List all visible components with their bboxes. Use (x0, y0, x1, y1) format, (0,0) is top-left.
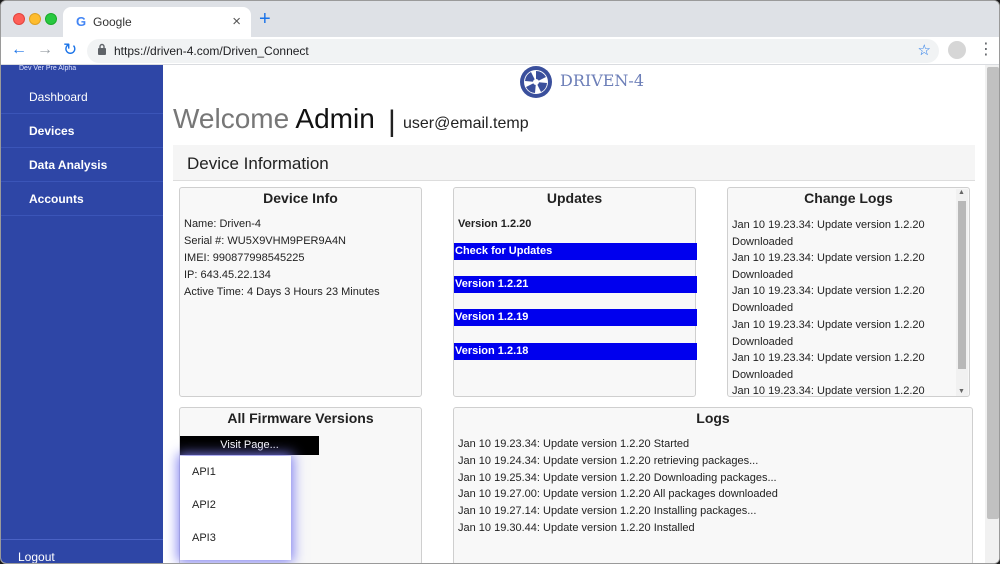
back-arrow-icon[interactable]: ← (11, 40, 27, 60)
tab-strip: G Google × + (1, 1, 999, 37)
log-line: Jan 10 19.25.34: Update version 1.2.20 D… (458, 472, 777, 484)
log-line: Jan 10 19.27.14: Update version 1.2.20 I… (458, 505, 757, 517)
url-text: https://driven-4.com/Driven_Connect (114, 44, 309, 58)
tab-title: Google (93, 15, 132, 29)
sidebar-item-dashboard[interactable]: Dashboard (1, 80, 163, 114)
sidebar-item-accounts[interactable]: Accounts (1, 182, 163, 216)
web-page: Dev Ver Pre Alpha Dashboard Devices Data… (1, 65, 999, 563)
browser-tab[interactable]: G Google × (63, 7, 251, 37)
logout-link[interactable]: Logout (18, 550, 55, 563)
bookmark-star-icon[interactable]: ☆ (918, 41, 931, 59)
scroll-up-arrow-icon[interactable]: ▲ (958, 189, 965, 196)
log-line: Jan 10 19.27.00: Update version 1.2.20 A… (458, 488, 778, 500)
minimize-window-button[interactable] (29, 13, 41, 25)
device-info-card: Device Info Name: Driven-4 Serial #: WU5… (179, 187, 422, 397)
sidebar-item-label: Devices (29, 124, 75, 138)
sidebar: Dev Ver Pre Alpha Dashboard Devices Data… (1, 65, 163, 563)
change-log-entry: Jan 10 19.23.34: Update version 1.2.20 D… (732, 285, 925, 314)
firmware-dropdown-menu: API1 API2 API3 (180, 456, 291, 560)
browser-window: G Google × + ← → ↻ https://driven-4.com/… (0, 0, 1000, 564)
version-button[interactable]: Version 1.2.19 (454, 309, 697, 326)
page-title: Welcome Admin (173, 103, 375, 135)
lock-icon (98, 43, 106, 55)
sidebar-item-devices[interactable]: Devices (1, 114, 163, 148)
close-tab-icon[interactable]: × (232, 13, 241, 30)
section-title: Device Information (187, 154, 329, 173)
close-window-button[interactable] (13, 13, 25, 25)
brand-name: DRIVEN-4 (560, 71, 645, 90)
scroll-down-arrow-icon[interactable]: ▼ (958, 388, 965, 395)
new-tab-icon[interactable]: + (259, 9, 271, 29)
card-title: All Firmware Versions (227, 410, 374, 426)
maximize-window-button[interactable] (45, 13, 57, 25)
google-favicon-icon: G (75, 14, 87, 29)
device-imei: IMEI: 990877998545225 (184, 252, 305, 264)
section-header: Device Information (173, 145, 975, 181)
card-title: Device Info (263, 190, 338, 206)
card-title: Logs (696, 410, 730, 426)
change-logs-card: Change Logs Jan 10 19.23.34: Update vers… (727, 187, 970, 397)
forward-arrow-icon[interactable]: → (37, 40, 53, 60)
profile-avatar[interactable] (948, 41, 966, 59)
log-line: Jan 10 19.23.34: Update version 1.2.20 S… (458, 438, 690, 450)
change-log-entry: Jan 10 19.23.34: Update version 1.2.20 D… (732, 352, 925, 381)
title-separator: | (388, 105, 396, 138)
address-bar[interactable]: https://driven-4.com/Driven_Connect ☆ (87, 39, 939, 63)
device-active-time: Active Time: 4 Days 3 Hours 23 Minutes (184, 286, 380, 298)
visit-page-button[interactable]: Visit Page... (180, 436, 319, 455)
device-serial: Serial #: WU5X9VHM9PER9A4N (184, 235, 347, 247)
change-log-entry: Jan 10 19.23.34: Update version 1.2.20 D… (732, 319, 925, 348)
dropdown-option-api2[interactable]: API2 (192, 499, 216, 511)
card-title: Change Logs (804, 190, 893, 206)
reload-icon[interactable]: ↻ (63, 40, 77, 60)
scroll-thumb[interactable] (958, 201, 966, 369)
main-content: DRIVEN-4 Welcome Admin | user@email.temp… (163, 65, 985, 563)
sidebar-item-data-analysis[interactable]: Data Analysis (1, 148, 163, 182)
page-scrollbar[interactable] (985, 65, 999, 563)
current-version: Version 1.2.20 (458, 218, 532, 230)
user-email: user@email.temp (403, 115, 529, 132)
firmware-card: All Firmware Versions Visit Page... API1… (179, 407, 422, 563)
dropdown-option-api1[interactable]: API1 (192, 466, 216, 478)
welcome-text: Welcome (173, 103, 290, 134)
device-ip: IP: 643.45.22.134 (184, 269, 271, 281)
divider (1, 539, 163, 540)
version-button[interactable]: Version 1.2.18 (454, 343, 697, 360)
updates-card: Updates Version 1.2.20 Check for Updates… (453, 187, 697, 397)
device-name: Name: Driven-4 (184, 218, 262, 230)
sidebar-item-label: Data Analysis (29, 158, 108, 172)
check-updates-button[interactable]: Check for Updates (454, 243, 697, 260)
change-log-entry: Jan 10 19.23.34: Update version 1.2.20 (732, 385, 925, 397)
sidebar-item-label: Accounts (29, 192, 84, 206)
user-name: Admin (295, 103, 375, 134)
change-log-entry: Jan 10 19.23.34: Update version 1.2.20 D… (732, 252, 925, 281)
log-line: Jan 10 19.30.44: Update version 1.2.20 I… (458, 522, 695, 534)
log-line: Jan 10 19.24.34: Update version 1.2.20 r… (458, 455, 759, 467)
change-logs-scrollbar[interactable]: ▲ ▼ (956, 189, 968, 396)
version-label: Dev Ver Pre Alpha (19, 65, 77, 72)
address-toolbar: ← → ↻ https://driven-4.com/Driven_Connec… (1, 37, 999, 65)
card-title: Updates (546, 190, 603, 206)
driven-logo-icon (520, 66, 552, 98)
sidebar-item-label: Dashboard (29, 90, 88, 104)
browser-menu-icon[interactable]: ⋮ (978, 41, 994, 59)
dropdown-option-api3[interactable]: API3 (192, 532, 216, 544)
scroll-thumb[interactable] (987, 67, 999, 519)
logs-card: Logs Jan 10 19.23.34: Update version 1.2… (453, 407, 973, 563)
change-log-entry: Jan 10 19.23.34: Update version 1.2.20 D… (732, 219, 925, 248)
version-button[interactable]: Version 1.2.21 (454, 276, 697, 293)
